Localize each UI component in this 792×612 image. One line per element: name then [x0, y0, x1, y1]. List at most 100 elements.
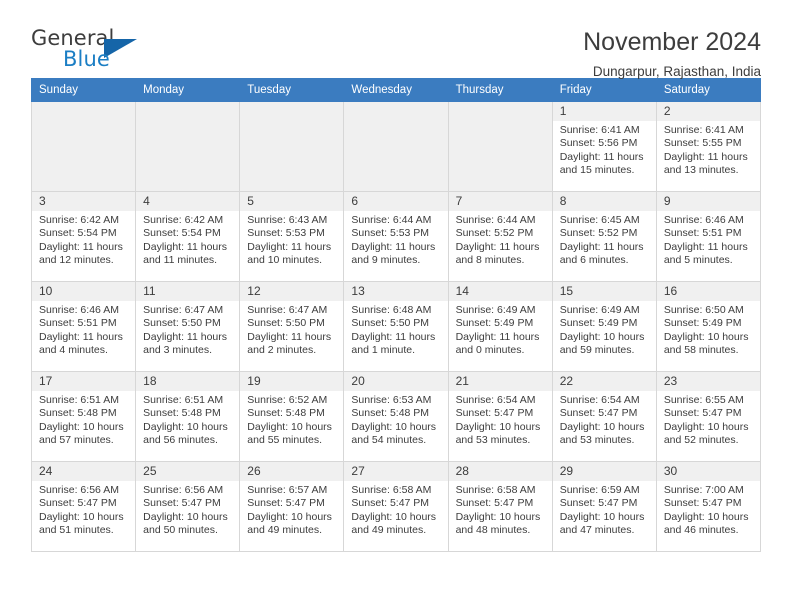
calendar-day-cell[interactable]: 10 Sunrise: 6:46 AM Sunset: 5:51 PM Dayligh…	[30, 281, 137, 372]
day-cell-content: 27 Sunrise: 6:58 AM Sunset: 5:47 PM Dayligh…	[344, 462, 448, 551]
calendar-day-cell[interactable]: 27 Sunrise: 6:58 AM Sunset: 5:47 PM Dayligh…	[343, 461, 449, 552]
day-details: Sunrise: 6:52 AM Sunset: 5:48 PM Daylight:…	[240, 391, 343, 448]
daylight-duration: Daylight: 10 hours and 51 minutes.	[39, 510, 124, 537]
sunset-time: Sunset: 5:48 PM	[351, 407, 430, 420]
sunset-time: Sunset: 5:52 PM	[455, 227, 534, 240]
daylight-duration: Daylight: 11 hours and 6 minutes.	[559, 240, 644, 267]
logo-text-blue: Blue	[63, 47, 110, 71]
day-number: 25	[136, 462, 240, 481]
day-number: 18	[136, 372, 240, 391]
sunset-time: Sunset: 5:47 PM	[455, 497, 534, 510]
sunrise-time: Sunrise: 6:49 AM	[559, 304, 640, 316]
calendar-cell-empty	[447, 101, 553, 192]
day-cell-content: 15 Sunrise: 6:49 AM Sunset: 5:49 PM Dayligh…	[552, 282, 656, 371]
daylight-duration: Daylight: 10 hours and 54 minutes.	[351, 420, 437, 447]
weekday-header-friday: Friday	[551, 78, 657, 102]
day-number: 26	[240, 462, 344, 481]
day-cell-content: 30 Sunrise: 7:00 AM Sunset: 5:47 PM Dayligh…	[656, 462, 760, 551]
calendar-day-cell[interactable]: 20 Sunrise: 6:53 AM Sunset: 5:48 PM Dayligh…	[343, 371, 449, 462]
sunrise-time: Sunrise: 6:41 AM	[663, 124, 744, 136]
calendar-day-cell[interactable]: 13 Sunrise: 6:48 AM Sunset: 5:50 PM Dayligh…	[343, 281, 449, 372]
sunset-time: Sunset: 5:47 PM	[143, 497, 221, 510]
day-number: 12	[240, 282, 344, 301]
day-cell-content: 24 Sunrise: 6:56 AM Sunset: 5:47 PM Dayligh…	[32, 462, 136, 551]
sunrise-sunset-calendar: Sunday Monday Tuesday Wednesday Thursday…	[30, 78, 762, 552]
day-details: Sunrise: 6:58 AM Sunset: 5:47 PM Daylight:…	[344, 481, 447, 538]
day-number: 14	[448, 282, 552, 301]
generalblue-logo[interactable]: General Blue	[31, 26, 151, 72]
sunset-time: Sunset: 5:56 PM	[559, 137, 638, 150]
sunrise-time: Sunrise: 6:41 AM	[559, 124, 640, 136]
calendar-cell-empty	[239, 101, 345, 192]
calendar-day-cell[interactable]: 25 Sunrise: 6:56 AM Sunset: 5:47 PM Dayligh…	[135, 461, 241, 552]
calendar-cell-empty	[30, 101, 137, 192]
day-number: 30	[656, 462, 760, 481]
calendar-day-cell[interactable]: 24 Sunrise: 6:56 AM Sunset: 5:47 PM Dayligh…	[30, 461, 137, 552]
day-details: Sunrise: 6:47 AM Sunset: 5:50 PM Daylight:…	[136, 301, 239, 358]
sunrise-time: Sunrise: 6:51 AM	[143, 394, 224, 406]
sunset-time: Sunset: 5:48 PM	[143, 407, 221, 420]
calendar-day-cell[interactable]: 21 Sunrise: 6:54 AM Sunset: 5:47 PM Dayligh…	[447, 371, 553, 462]
weekday-header-row: Sunday Monday Tuesday Wednesday Thursday…	[30, 78, 762, 102]
day-cell-content: 25 Sunrise: 6:56 AM Sunset: 5:47 PM Dayligh…	[136, 462, 240, 551]
page-title: November 2024	[583, 28, 761, 56]
calendar-day-cell[interactable]: 11 Sunrise: 6:47 AM Sunset: 5:50 PM Dayligh…	[135, 281, 241, 372]
calendar-week-row: 1 Sunrise: 6:41 AM Sunset: 5:56 PM Daylight…	[30, 101, 762, 192]
sunset-time: Sunset: 5:52 PM	[559, 227, 638, 240]
sunrise-time: Sunrise: 6:58 AM	[351, 484, 432, 496]
sunset-time: Sunset: 5:47 PM	[351, 497, 430, 510]
calendar-day-cell[interactable]: 23 Sunrise: 6:55 AM Sunset: 5:47 PM Dayligh…	[655, 371, 762, 462]
day-number: 7	[448, 192, 552, 211]
calendar-day-cell[interactable]: 28 Sunrise: 6:58 AM Sunset: 5:47 PM Dayligh…	[447, 461, 553, 552]
daylight-duration: Daylight: 11 hours and 4 minutes.	[39, 330, 123, 357]
calendar-day-cell[interactable]: 15 Sunrise: 6:49 AM Sunset: 5:49 PM Dayligh…	[551, 281, 657, 372]
calendar-day-cell[interactable]: 18 Sunrise: 6:51 AM Sunset: 5:48 PM Dayligh…	[135, 371, 241, 462]
day-number: 5	[240, 192, 344, 211]
page-header: General Blue November 2024 Dungarpur, Ra…	[31, 0, 761, 79]
sunrise-time: Sunrise: 7:00 AM	[663, 484, 744, 496]
daylight-duration: Daylight: 11 hours and 9 minutes.	[351, 240, 436, 267]
calendar-day-cell[interactable]: 6 Sunrise: 6:44 AM Sunset: 5:53 PM Daylight…	[343, 191, 449, 282]
day-details: Sunrise: 6:49 AM Sunset: 5:49 PM Daylight:…	[553, 301, 656, 358]
calendar-day-cell[interactable]: 17 Sunrise: 6:51 AM Sunset: 5:48 PM Dayligh…	[30, 371, 137, 462]
day-details: Sunrise: 7:00 AM Sunset: 5:47 PM Daylight:…	[657, 481, 760, 538]
day-cell-content: 22 Sunrise: 6:54 AM Sunset: 5:47 PM Dayligh…	[552, 372, 656, 461]
calendar-day-cell[interactable]: 19 Sunrise: 6:52 AM Sunset: 5:48 PM Dayligh…	[239, 371, 345, 462]
sunrise-time: Sunrise: 6:59 AM	[559, 484, 640, 496]
calendar-day-cell[interactable]: 26 Sunrise: 6:57 AM Sunset: 5:47 PM Dayligh…	[239, 461, 345, 552]
calendar-day-cell[interactable]: 5 Sunrise: 6:43 AM Sunset: 5:53 PM Daylight…	[239, 191, 345, 282]
sunset-time: Sunset: 5:49 PM	[663, 317, 742, 330]
sunset-time: Sunset: 5:47 PM	[247, 497, 325, 510]
calendar-day-cell[interactable]: 4 Sunrise: 6:42 AM Sunset: 5:54 PM Daylight…	[135, 191, 241, 282]
calendar-day-cell[interactable]: 22 Sunrise: 6:54 AM Sunset: 5:47 PM Dayligh…	[551, 371, 657, 462]
day-cell-content: 6 Sunrise: 6:44 AM Sunset: 5:53 PM Daylight…	[344, 192, 448, 281]
daylight-duration: Daylight: 10 hours and 53 minutes.	[559, 420, 645, 447]
calendar-week-row: 3 Sunrise: 6:42 AM Sunset: 5:54 PM Daylight…	[30, 191, 762, 282]
day-cell-content: 28 Sunrise: 6:58 AM Sunset: 5:47 PM Dayligh…	[448, 462, 552, 551]
sunrise-time: Sunrise: 6:56 AM	[143, 484, 224, 496]
day-cell-content: 14 Sunrise: 6:49 AM Sunset: 5:49 PM Dayligh…	[448, 282, 552, 371]
calendar-day-cell[interactable]: 30 Sunrise: 7:00 AM Sunset: 5:47 PM Dayligh…	[655, 461, 762, 552]
day-number: 6	[344, 192, 448, 211]
daylight-duration: Daylight: 11 hours and 13 minutes.	[663, 150, 748, 177]
day-details: Sunrise: 6:46 AM Sunset: 5:51 PM Daylight:…	[32, 301, 135, 358]
day-details: Sunrise: 6:54 AM Sunset: 5:47 PM Daylight:…	[449, 391, 552, 448]
calendar-day-cell[interactable]: 7 Sunrise: 6:44 AM Sunset: 5:52 PM Daylight…	[447, 191, 553, 282]
daylight-duration: Daylight: 10 hours and 59 minutes.	[559, 330, 645, 357]
calendar-day-cell[interactable]: 9 Sunrise: 6:46 AM Sunset: 5:51 PM Daylight…	[655, 191, 762, 282]
calendar-day-cell[interactable]: 8 Sunrise: 6:45 AM Sunset: 5:52 PM Daylight…	[551, 191, 657, 282]
calendar-cell-empty	[343, 101, 449, 192]
daylight-duration: Daylight: 11 hours and 1 minute.	[351, 330, 436, 357]
calendar-day-cell[interactable]: 16 Sunrise: 6:50 AM Sunset: 5:49 PM Dayligh…	[655, 281, 762, 372]
sunset-time: Sunset: 5:54 PM	[143, 227, 221, 240]
calendar-week-row: 17 Sunrise: 6:51 AM Sunset: 5:48 PM Dayligh…	[30, 371, 762, 462]
calendar-day-cell[interactable]: 12 Sunrise: 6:47 AM Sunset: 5:50 PM Dayligh…	[239, 281, 345, 372]
calendar-day-cell[interactable]: 3 Sunrise: 6:42 AM Sunset: 5:54 PM Daylight…	[30, 191, 137, 282]
calendar-day-cell[interactable]: 1 Sunrise: 6:41 AM Sunset: 5:56 PM Daylight…	[551, 101, 657, 192]
day-cell-content: 12 Sunrise: 6:47 AM Sunset: 5:50 PM Dayligh…	[240, 282, 344, 371]
day-cell-content: 29 Sunrise: 6:59 AM Sunset: 5:47 PM Dayligh…	[552, 462, 656, 551]
calendar-day-cell[interactable]: 14 Sunrise: 6:49 AM Sunset: 5:49 PM Dayligh…	[447, 281, 553, 372]
calendar-day-cell[interactable]: 29 Sunrise: 6:59 AM Sunset: 5:47 PM Dayligh…	[551, 461, 657, 552]
calendar-day-cell[interactable]: 2 Sunrise: 6:41 AM Sunset: 5:55 PM Daylight…	[655, 101, 762, 192]
day-details: Sunrise: 6:42 AM Sunset: 5:54 PM Daylight:…	[136, 211, 239, 268]
